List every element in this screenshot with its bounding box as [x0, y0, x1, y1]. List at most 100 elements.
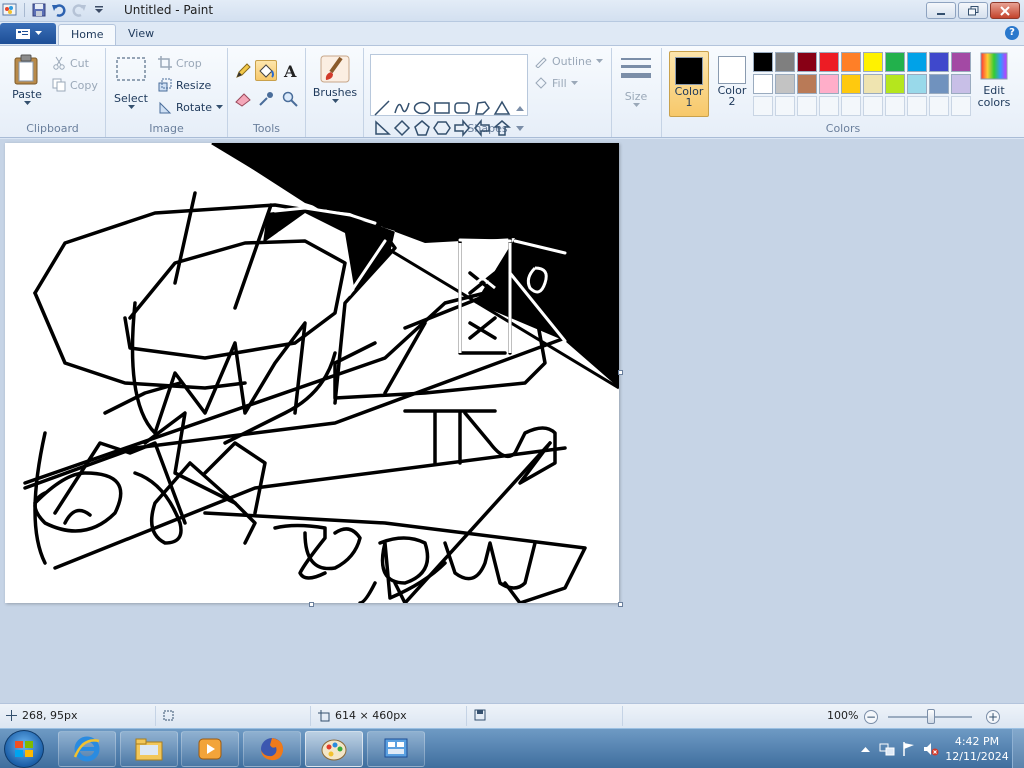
right-arrow-shape-icon[interactable]	[453, 119, 471, 137]
color-picker-tool[interactable]	[255, 88, 277, 109]
pentagon-shape-icon[interactable]	[413, 119, 431, 137]
palette-color-swatch[interactable]	[885, 74, 905, 94]
diamond-shape-icon[interactable]	[393, 119, 411, 137]
up-arrow-shape-icon[interactable]	[493, 119, 511, 137]
palette-custom-slot[interactable]	[753, 96, 773, 116]
outline-button[interactable]: Outline	[534, 54, 603, 68]
resize-handle-right[interactable]	[618, 370, 623, 375]
taskbar-firefox[interactable]	[243, 731, 301, 767]
palette-color-swatch[interactable]	[885, 52, 905, 72]
volume-muted-icon[interactable]	[923, 741, 939, 757]
palette-color-swatch[interactable]	[753, 74, 773, 94]
palette-custom-slot[interactable]	[775, 96, 795, 116]
palette-color-swatch[interactable]	[907, 52, 927, 72]
system-clock[interactable]: 4:42 PM 12/11/2024	[942, 734, 1012, 764]
palette-color-swatch[interactable]	[929, 52, 949, 72]
zoom-out-button[interactable]: −	[864, 710, 878, 724]
palette-custom-slot[interactable]	[929, 96, 949, 116]
tab-home[interactable]: Home	[58, 24, 117, 45]
minimize-button[interactable]	[926, 2, 956, 19]
network-icon[interactable]	[879, 741, 895, 757]
shapes-scroll-up-icon[interactable]	[514, 99, 526, 117]
palette-custom-slot[interactable]	[951, 96, 971, 116]
taskbar-internet-explorer[interactable]	[58, 731, 116, 767]
rounded-rectangle-shape-icon[interactable]	[453, 99, 471, 117]
paint-menu-button[interactable]	[0, 23, 56, 44]
taskbar-explorer[interactable]	[120, 731, 178, 767]
polygon-shape-icon[interactable]	[473, 99, 491, 117]
palette-color-swatch[interactable]	[951, 74, 971, 94]
palette-custom-slot[interactable]	[819, 96, 839, 116]
text-tool[interactable]: A	[279, 60, 301, 81]
palette-color-swatch[interactable]	[775, 52, 795, 72]
fill-tool[interactable]	[255, 60, 277, 81]
left-arrow-shape-icon[interactable]	[473, 119, 491, 137]
rectangle-shape-icon[interactable]	[433, 99, 451, 117]
pencil-tool[interactable]	[232, 60, 254, 81]
rotate-button[interactable]: Rotate	[158, 100, 224, 114]
resize-button[interactable]: Resize	[158, 78, 211, 92]
palette-color-swatch[interactable]	[819, 52, 839, 72]
size-button[interactable]: Size	[618, 54, 654, 108]
start-button[interactable]	[4, 730, 44, 768]
action-center-flag-icon[interactable]	[901, 741, 917, 757]
taskbar-control-panel[interactable]	[367, 731, 425, 767]
palette-custom-slot[interactable]	[841, 96, 861, 116]
fill-button[interactable]: Fill	[534, 76, 578, 90]
brushes-button[interactable]: Brushes	[313, 52, 357, 104]
taskbar-paint[interactable]	[305, 731, 363, 767]
canvas-workspace[interactable]	[0, 139, 1024, 703]
drawing-canvas[interactable]	[5, 141, 620, 605]
select-button[interactable]: Select	[112, 56, 150, 110]
palette-color-swatch[interactable]	[951, 52, 971, 72]
hexagon-shape-icon[interactable]	[433, 119, 451, 137]
text-icon: A	[283, 63, 297, 79]
triangle-shape-icon[interactable]	[493, 99, 511, 117]
palette-color-swatch[interactable]	[929, 74, 949, 94]
palette-color-swatch[interactable]	[841, 52, 861, 72]
resize-handle-bottom[interactable]	[309, 602, 314, 607]
zoom-slider-thumb[interactable]	[927, 709, 935, 724]
show-desktop-button[interactable]	[1012, 729, 1024, 768]
paint-app-icon[interactable]	[2, 2, 18, 18]
close-button[interactable]	[990, 2, 1020, 19]
palette-custom-slot[interactable]	[863, 96, 883, 116]
undo-icon[interactable]	[51, 2, 67, 18]
image-group-label: Image	[149, 122, 184, 135]
palette-color-swatch[interactable]	[907, 74, 927, 94]
crop-button[interactable]: Crop	[158, 56, 202, 70]
taskbar-media-player[interactable]	[181, 731, 239, 767]
edit-colors-button[interactable]: Edit colors	[974, 52, 1014, 109]
customize-qat-icon[interactable]	[91, 2, 107, 18]
palette-color-swatch[interactable]	[797, 74, 817, 94]
palette-color-swatch[interactable]	[863, 52, 883, 72]
paste-button[interactable]: Paste	[8, 52, 46, 106]
shapes-scroll-down-icon[interactable]	[514, 119, 526, 137]
curve-shape-icon[interactable]	[393, 99, 411, 117]
magnifier-tool[interactable]	[279, 88, 301, 109]
palette-color-swatch[interactable]	[797, 52, 817, 72]
show-hidden-icons-icon[interactable]	[857, 741, 873, 757]
cut-button[interactable]: Cut	[52, 56, 89, 70]
zoom-in-button[interactable]: +	[986, 710, 1000, 724]
eraser-tool[interactable]	[232, 88, 254, 109]
copy-button[interactable]: Copy	[52, 78, 98, 92]
palette-custom-slot[interactable]	[885, 96, 905, 116]
palette-custom-slot[interactable]	[797, 96, 817, 116]
save-icon[interactable]	[31, 2, 47, 18]
line-shape-icon[interactable]	[373, 99, 391, 117]
palette-color-swatch[interactable]	[841, 74, 861, 94]
color-1-button[interactable]: Color 1	[669, 51, 709, 117]
palette-color-swatch[interactable]	[863, 74, 883, 94]
help-icon[interactable]: ?	[1005, 26, 1019, 40]
color-2-button[interactable]: Color 2	[712, 51, 752, 117]
oval-shape-icon[interactable]	[413, 99, 431, 117]
palette-color-swatch[interactable]	[775, 74, 795, 94]
palette-color-swatch[interactable]	[819, 74, 839, 94]
palette-color-swatch[interactable]	[753, 52, 773, 72]
resize-handle-corner[interactable]	[618, 602, 623, 607]
tab-view[interactable]: View	[116, 24, 166, 45]
restore-button[interactable]	[958, 2, 988, 19]
right-triangle-shape-icon[interactable]	[373, 119, 391, 137]
palette-custom-slot[interactable]	[907, 96, 927, 116]
